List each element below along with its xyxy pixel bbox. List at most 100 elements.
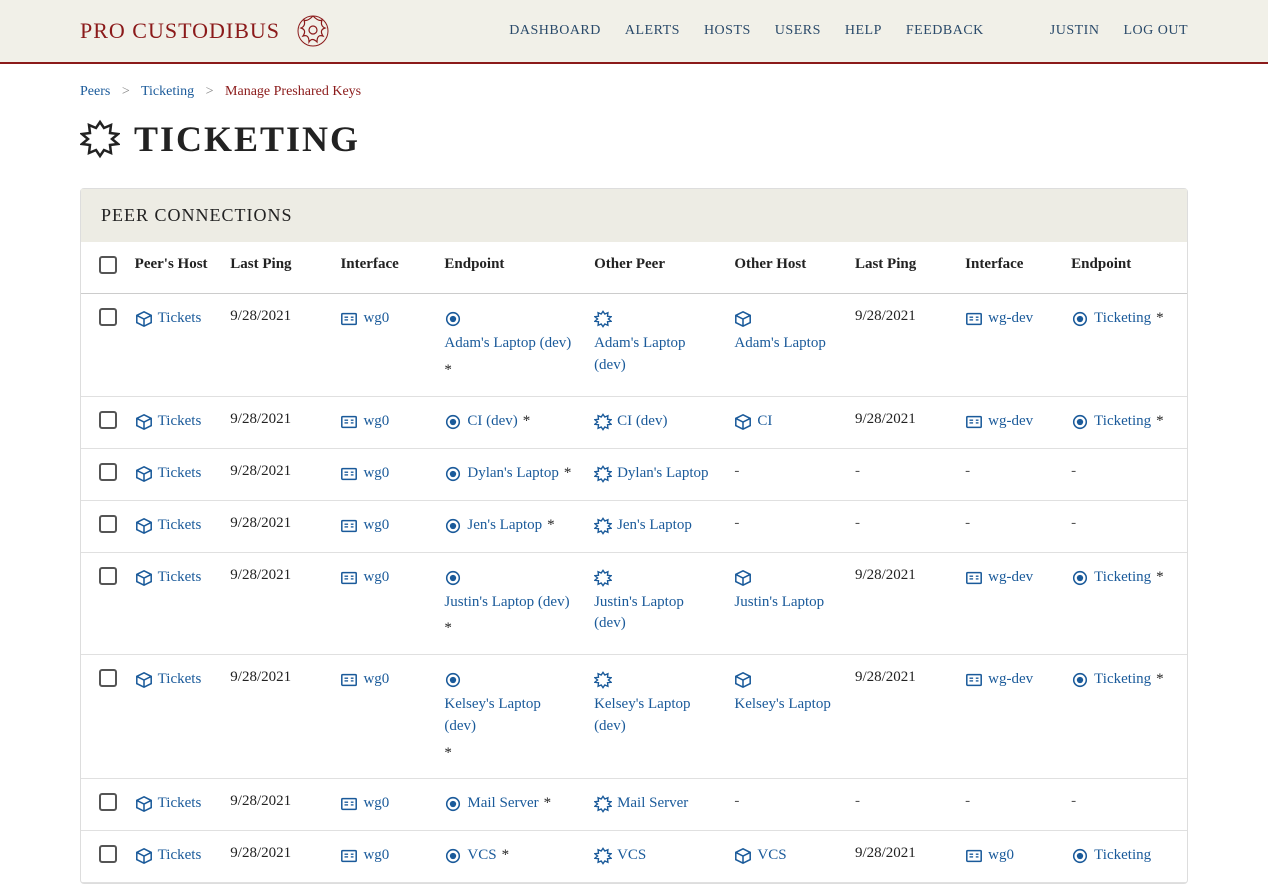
cell-link[interactable]: Kelsey's Laptop (dev) <box>594 694 714 738</box>
nav-alerts[interactable]: ALERTS <box>625 23 680 39</box>
cell-empty: - <box>965 463 970 479</box>
cube-icon <box>135 310 153 328</box>
select-all-checkbox[interactable] <box>99 256 117 274</box>
cell-link[interactable]: wg-dev <box>988 567 1033 589</box>
col-last-ping-2: Last Ping <box>845 242 955 294</box>
cell-link[interactable]: Adam's Laptop (dev) <box>444 333 571 355</box>
col-other-host: Other Host <box>724 242 845 294</box>
cell-link[interactable]: wg0 <box>363 463 389 485</box>
cell-link[interactable]: Mail Server <box>467 793 538 815</box>
cell-link[interactable]: Justin's Laptop (dev) <box>444 592 569 614</box>
cell-link[interactable]: CI <box>757 411 772 433</box>
cell-link[interactable]: Tickets <box>158 411 202 433</box>
cell-empty: - <box>1071 515 1076 531</box>
row-checkbox[interactable] <box>99 567 117 585</box>
cell-link[interactable]: Tickets <box>158 567 202 589</box>
cell-link[interactable]: Adam's Laptop <box>734 333 825 355</box>
cell-empty: - <box>734 515 739 531</box>
nav-users[interactable]: USERS <box>775 23 821 39</box>
cell-link[interactable]: CI (dev) <box>467 411 517 433</box>
cube-icon <box>734 413 752 431</box>
cell-empty: - <box>1071 793 1076 809</box>
nav-hosts[interactable]: HOSTS <box>704 23 751 39</box>
row-checkbox[interactable] <box>99 793 117 811</box>
table-row: Tickets9/28/2021wg0Jen's Laptop *Jen's L… <box>81 500 1187 552</box>
cell-link[interactable]: Tickets <box>158 845 202 867</box>
row-checkbox[interactable] <box>99 411 117 429</box>
interface-icon <box>965 569 983 587</box>
cell-link[interactable]: wg-dev <box>988 308 1033 330</box>
brand-logo[interactable]: PRO CUSTODIBUS <box>80 18 280 44</box>
cube-icon <box>734 671 752 689</box>
cell-link[interactable]: Mail Server <box>617 793 688 815</box>
cell-link[interactable]: CI (dev) <box>617 411 667 433</box>
cell-link[interactable]: Adam's Laptop (dev) <box>594 333 714 377</box>
cell-link[interactable]: Tickets <box>158 793 202 815</box>
col-endpoint-1: Endpoint <box>434 242 584 294</box>
cell-link[interactable]: Ticketing <box>1094 308 1151 330</box>
cell-link[interactable]: wg0 <box>363 567 389 589</box>
cell-link[interactable]: wg-dev <box>988 669 1033 691</box>
cell-link[interactable]: wg0 <box>363 669 389 691</box>
cell-last-ping: 9/28/2021 <box>845 294 955 397</box>
topbar: PRO CUSTODIBUS DASHBOARD ALERTS HOSTS US… <box>0 0 1268 64</box>
endpoint-icon <box>1071 847 1089 865</box>
cell-link[interactable]: Ticketing <box>1094 669 1151 691</box>
cell-link[interactable]: Justin's Laptop <box>734 592 824 614</box>
col-last-ping-1: Last Ping <box>220 242 330 294</box>
page-title: TICKETING <box>80 118 1188 160</box>
cell-link[interactable]: wg-dev <box>988 411 1033 433</box>
cell-link[interactable]: Jen's Laptop <box>617 515 692 537</box>
cell-link[interactable]: Ticketing <box>1094 845 1151 867</box>
interface-icon <box>965 671 983 689</box>
cell-last-ping: 9/28/2021 <box>845 552 955 655</box>
cell-link[interactable]: Kelsey's Laptop (dev) <box>444 694 574 738</box>
endpoint-icon <box>444 671 462 689</box>
burst-icon <box>594 517 612 535</box>
cell-link[interactable]: Justin's Laptop (dev) <box>594 592 714 636</box>
cell-link[interactable]: Dylan's Laptop <box>617 463 708 485</box>
breadcrumb-peers[interactable]: Peers <box>80 84 110 99</box>
row-checkbox[interactable] <box>99 845 117 863</box>
nav-user[interactable]: JUSTIN <box>1050 23 1100 39</box>
cell-last-ping: 9/28/2021 <box>220 294 330 397</box>
cell-link[interactable]: Tickets <box>158 669 202 691</box>
psk-indicator: * <box>544 793 552 815</box>
cell-link[interactable]: VCS <box>467 845 496 867</box>
cell-link[interactable]: wg0 <box>988 845 1014 867</box>
cell-link[interactable]: Ticketing <box>1094 411 1151 433</box>
nav-logout[interactable]: LOG OUT <box>1123 23 1188 39</box>
endpoint-icon <box>444 569 462 587</box>
psk-indicator: * <box>523 411 531 433</box>
nav-help[interactable]: HELP <box>845 23 882 39</box>
cell-link[interactable]: VCS <box>757 845 786 867</box>
cell-link[interactable]: Jen's Laptop <box>467 515 542 537</box>
psk-indicator: * <box>547 515 555 537</box>
cell-link[interactable]: wg0 <box>363 845 389 867</box>
cell-link[interactable]: wg0 <box>363 411 389 433</box>
breadcrumb-ticketing[interactable]: Ticketing <box>141 84 194 99</box>
nav-dashboard[interactable]: DASHBOARD <box>509 23 601 39</box>
cell-link[interactable]: wg0 <box>363 308 389 330</box>
cell-link[interactable]: Tickets <box>158 308 202 330</box>
row-checkbox[interactable] <box>99 669 117 687</box>
row-checkbox[interactable] <box>99 308 117 326</box>
cell-link[interactable]: wg0 <box>363 515 389 537</box>
cell-link[interactable]: wg0 <box>363 793 389 815</box>
page-title-text: TICKETING <box>134 118 360 160</box>
row-checkbox[interactable] <box>99 515 117 533</box>
nav-feedback[interactable]: FEEDBACK <box>906 23 984 39</box>
table-row: Tickets9/28/2021wg0Mail Server *Mail Ser… <box>81 779 1187 831</box>
cell-last-ping: 9/28/2021 <box>845 396 955 448</box>
peer-connections-table: Peer's Host Last Ping Interface Endpoint… <box>81 242 1187 883</box>
cell-link[interactable]: Ticketing <box>1094 567 1151 589</box>
cell-last-ping: 9/28/2021 <box>220 831 330 883</box>
cell-link[interactable]: VCS <box>617 845 646 867</box>
cell-link[interactable]: Dylan's Laptop <box>467 463 558 485</box>
endpoint-icon <box>444 413 462 431</box>
interface-icon <box>965 847 983 865</box>
cell-link[interactable]: Kelsey's Laptop <box>734 694 830 716</box>
cell-link[interactable]: Tickets <box>158 515 202 537</box>
row-checkbox[interactable] <box>99 463 117 481</box>
cell-link[interactable]: Tickets <box>158 463 202 485</box>
